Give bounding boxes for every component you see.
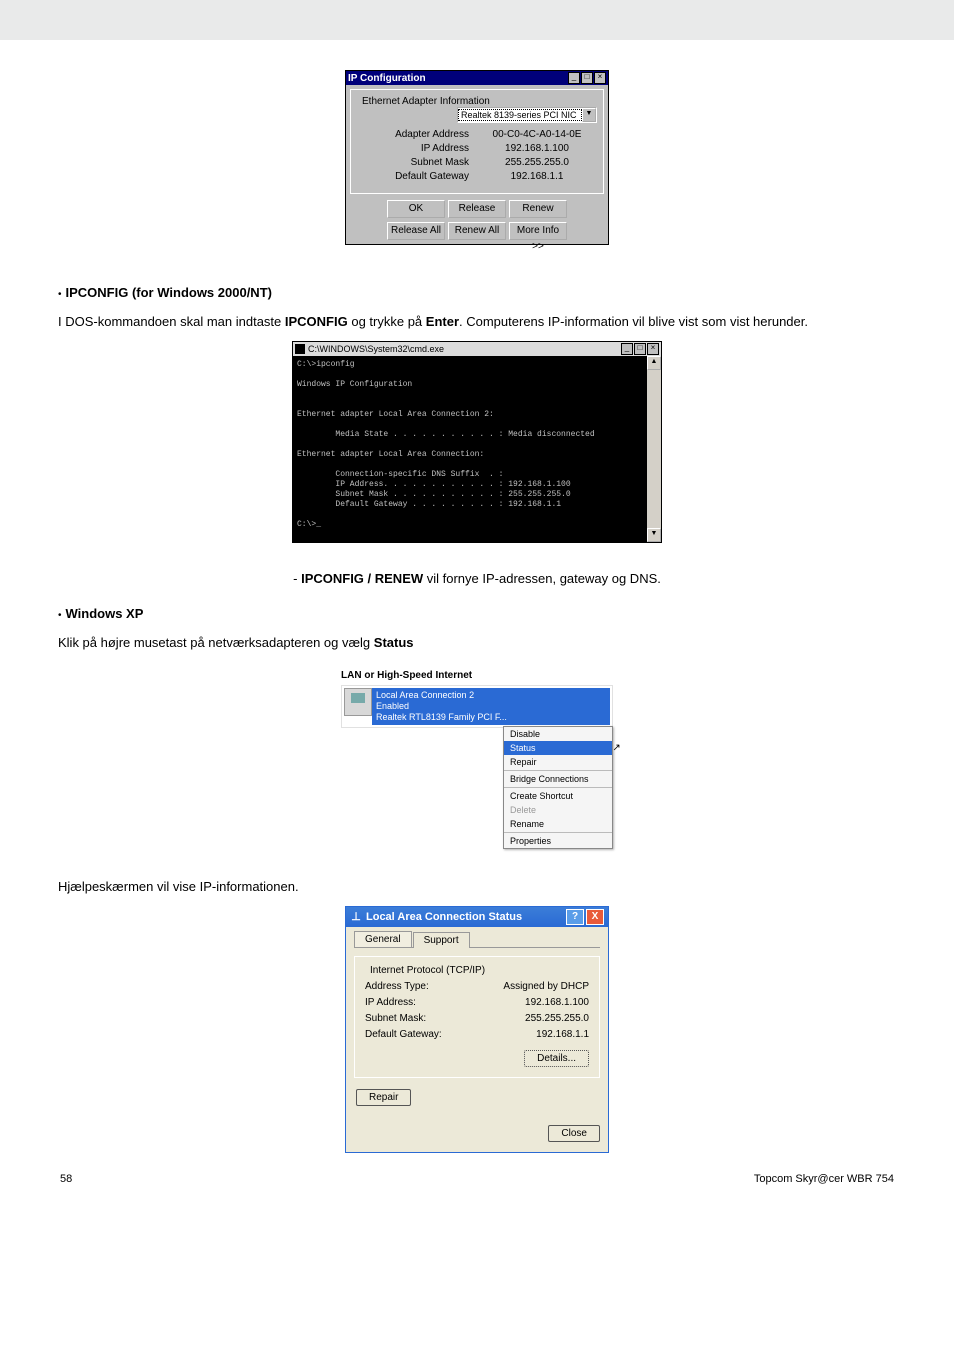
lan-context-figure: LAN or High-Speed Internet Local Area Co… bbox=[341, 670, 613, 849]
para-help-screen: Hjælpeskærmen vil vise IP-informationen. bbox=[58, 879, 896, 894]
row-ip-address: IP Address: 192.168.1.100 bbox=[365, 997, 589, 1008]
adapter-dropdown-value: Realtek 8139-series PCI NIC bbox=[458, 109, 582, 121]
maximize-icon[interactable]: □ bbox=[581, 72, 593, 84]
minimize-icon[interactable]: _ bbox=[568, 72, 580, 84]
menu-shortcut[interactable]: Create Shortcut bbox=[504, 789, 612, 803]
renew-button[interactable]: Renew bbox=[509, 200, 567, 218]
menu-delete: Delete bbox=[504, 803, 612, 817]
menu-disable[interactable]: Disable bbox=[504, 727, 612, 741]
close-icon[interactable]: × bbox=[594, 72, 606, 84]
row-adapter-address: Adapter Address 00-C0-4C-A0-14-0E bbox=[357, 129, 597, 140]
page-footer: 58 Topcom Skyr@cer WBR 754 bbox=[58, 1173, 896, 1185]
renew-all-button[interactable]: Renew All bbox=[448, 222, 506, 240]
label: Subnet Mask bbox=[357, 157, 477, 168]
adapter-name: Local Area Connection 2 bbox=[376, 690, 606, 701]
dropdown-arrow-icon[interactable]: ▼ bbox=[582, 108, 596, 122]
cmd-minimize-icon[interactable]: _ bbox=[621, 343, 633, 355]
scroll-down-icon[interactable]: ▼ bbox=[647, 528, 661, 542]
cmd-close-icon[interactable]: × bbox=[647, 343, 659, 355]
row-subnet-mask: Subnet Mask 255.255.255.0 bbox=[357, 157, 597, 168]
cmd-output: C:\>ipconfig Windows IP Configuration Et… bbox=[293, 356, 647, 542]
document-content: IP Configuration _ □ × Ethernet Adapter … bbox=[0, 70, 954, 1205]
help-icon[interactable]: ? bbox=[566, 909, 584, 925]
value: 255.255.255.0 bbox=[477, 157, 597, 168]
page-number: 58 bbox=[60, 1173, 72, 1185]
lan-adapter-item[interactable]: Local Area Connection 2 Enabled Realtek … bbox=[341, 685, 613, 728]
ipconfig-window: IP Configuration _ □ × Ethernet Adapter … bbox=[345, 70, 609, 245]
menu-status[interactable]: Status bbox=[504, 741, 612, 755]
tcpip-legend: Internet Protocol (TCP/IP) bbox=[367, 965, 488, 976]
cmd-icon bbox=[295, 344, 305, 354]
details-button[interactable]: Details... bbox=[524, 1050, 589, 1067]
value: 00-C0-4C-A0-14-0E bbox=[477, 129, 597, 140]
fieldset-legend: Ethernet Adapter Information bbox=[360, 96, 492, 107]
product-name: Topcom Skyr@cer WBR 754 bbox=[754, 1173, 894, 1185]
context-menu: Disable Status Repair Bridge Connections… bbox=[503, 726, 613, 849]
ipconfig-title: IP Configuration bbox=[348, 73, 567, 84]
network-adapter-icon bbox=[344, 688, 372, 716]
tab-support[interactable]: Support bbox=[413, 932, 470, 948]
label: Default Gateway bbox=[357, 171, 477, 182]
cmd-titlebar: C:\WINDOWS\System32\cmd.exe _ □ × bbox=[293, 342, 661, 356]
top-bar bbox=[0, 0, 954, 40]
more-info-button[interactable]: More Info >> bbox=[509, 222, 567, 240]
cmd-title: C:\WINDOWS\System32\cmd.exe bbox=[308, 344, 620, 354]
renew-note: - IPCONFIG / RENEW vil fornye IP-adresse… bbox=[58, 571, 896, 586]
status-title-text: Local Area Connection Status bbox=[366, 911, 564, 923]
row-address-type: Address Type: Assigned by DHCP bbox=[365, 981, 589, 992]
ethernet-adapter-fieldset: Ethernet Adapter Information Realtek 813… bbox=[350, 89, 604, 194]
scroll-up-icon[interactable]: ▲ bbox=[647, 356, 661, 370]
value: 192.168.1.100 bbox=[477, 143, 597, 154]
para-right-click: Klik på højre musetast på netværksadapte… bbox=[58, 635, 896, 650]
para-dos-command: I DOS-kommandoen skal man indtaste IPCON… bbox=[58, 314, 896, 329]
adapter-device: Realtek RTL8139 Family PCI F... bbox=[376, 712, 606, 723]
ok-button[interactable]: OK bbox=[387, 200, 445, 218]
menu-rename[interactable]: Rename bbox=[504, 817, 612, 831]
heading-windows-xp: Windows XP bbox=[58, 606, 896, 621]
label: Adapter Address bbox=[357, 129, 477, 140]
release-button[interactable]: Release bbox=[448, 200, 506, 218]
repair-button[interactable]: Repair bbox=[356, 1089, 411, 1106]
status-title-icon: ⊥ bbox=[350, 911, 362, 923]
row-ip-address: IP Address 192.168.1.100 bbox=[357, 143, 597, 154]
lan-section-header: LAN or High-Speed Internet bbox=[341, 670, 613, 681]
menu-repair[interactable]: Repair bbox=[504, 755, 612, 769]
close-icon[interactable]: X bbox=[586, 909, 604, 925]
cmd-window: C:\WINDOWS\System32\cmd.exe _ □ × C:\>ip… bbox=[292, 341, 662, 543]
value: 192.168.1.1 bbox=[477, 171, 597, 182]
row-default-gateway: Default Gateway: 192.168.1.1 bbox=[365, 1029, 589, 1040]
adapter-dropdown[interactable]: Realtek 8139-series PCI NIC ▼ bbox=[457, 107, 597, 123]
heading-ipconfig-2000: IPCONFIG (for Windows 2000/NT) bbox=[58, 285, 896, 300]
release-all-button[interactable]: Release All bbox=[387, 222, 445, 240]
close-button[interactable]: Close bbox=[548, 1125, 600, 1142]
tcpip-fieldset: Internet Protocol (TCP/IP) Address Type:… bbox=[354, 956, 600, 1078]
status-tabs: General Support bbox=[354, 931, 600, 948]
menu-bridge[interactable]: Bridge Connections bbox=[504, 772, 612, 786]
menu-properties[interactable]: Properties bbox=[504, 834, 612, 848]
cmd-maximize-icon[interactable]: □ bbox=[634, 343, 646, 355]
cmd-scrollbar[interactable]: ▲ ▼ bbox=[647, 356, 661, 542]
row-default-gateway: Default Gateway 192.168.1.1 bbox=[357, 171, 597, 182]
row-subnet-mask: Subnet Mask: 255.255.255.0 bbox=[365, 1013, 589, 1024]
label: IP Address bbox=[357, 143, 477, 154]
status-titlebar: ⊥ Local Area Connection Status ? X bbox=[346, 907, 608, 927]
ipconfig-titlebar: IP Configuration _ □ × bbox=[346, 71, 608, 85]
adapter-state: Enabled bbox=[376, 701, 606, 712]
status-window: ⊥ Local Area Connection Status ? X Gener… bbox=[345, 906, 609, 1153]
tab-general[interactable]: General bbox=[354, 931, 412, 947]
